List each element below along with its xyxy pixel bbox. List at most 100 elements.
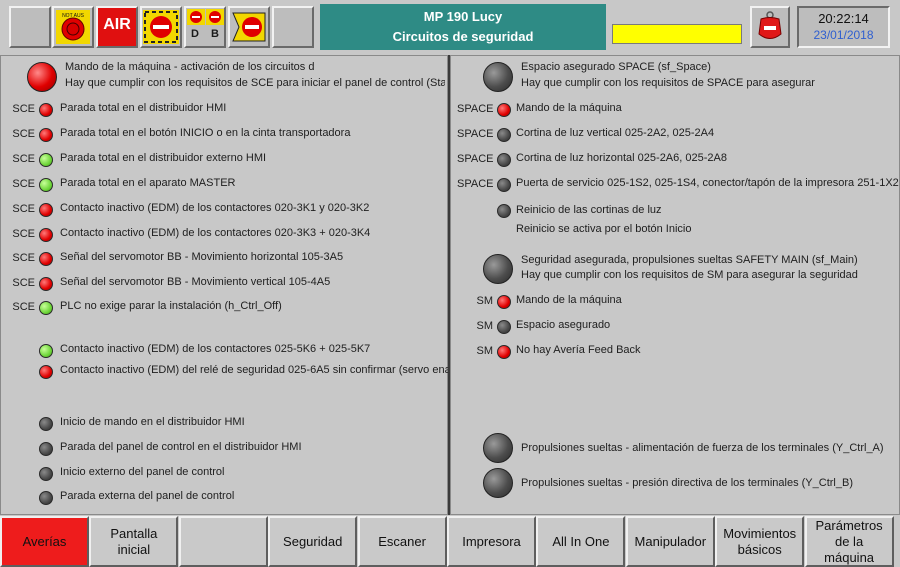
sm-row-label: Espacio asegurado — [516, 319, 611, 331]
sm-prefix: SM — [476, 295, 494, 307]
clock-date: 23/01/2018 — [813, 28, 874, 42]
gate-stop-icon — [232, 12, 266, 42]
status-indicator — [497, 153, 511, 167]
edm-row-label: Contacto inactivo (EDM) del relé de segu… — [60, 364, 470, 376]
nav-button[interactable]: Manipulador — [625, 516, 715, 567]
nav-button[interactable]: All In One — [536, 516, 626, 567]
status-indicator — [39, 178, 53, 192]
sce-row-label: PLC no exige parar la instalación (h_Ctr… — [60, 300, 282, 312]
status-indicator — [39, 103, 53, 117]
sm-title: Seguridad asegurada, propulsiones suelta… — [521, 254, 858, 266]
status-indicator — [497, 345, 511, 359]
main-control-title: Mando de la máquina - activación de los … — [65, 61, 315, 73]
reset-start-label: Reinicio se activa por el botón Inicio — [516, 223, 692, 235]
sce-prefix: SCE — [12, 277, 35, 289]
status-indicator — [39, 491, 53, 505]
space-indicator — [483, 62, 513, 92]
drive-b-indicator — [483, 468, 513, 498]
no-entry-button[interactable] — [140, 6, 182, 48]
sce-prefix: SCE — [12, 103, 35, 115]
space-prefix: SPACE — [457, 103, 494, 115]
emergency-stop-button[interactable]: NOT AUS — [52, 6, 94, 48]
nav-button-label: Movimientos básicos — [723, 525, 797, 557]
status-message-bar — [612, 24, 742, 44]
nav-button[interactable]: Pantalla inicial — [89, 516, 179, 567]
sce-row-label: Parada total en el botón INICIO o en la … — [60, 127, 351, 139]
status-indicator — [39, 344, 53, 358]
main-control-desc: Hay que cumplir con los requisitos de SC… — [65, 77, 445, 89]
no-entry-small-icon — [206, 9, 224, 25]
sce-prefix: SCE — [12, 153, 35, 165]
panel-row-label: Parada externa del panel de control — [60, 490, 235, 502]
status-indicator — [39, 417, 53, 431]
status-indicator — [497, 295, 511, 309]
space-prefix: SPACE — [457, 128, 494, 140]
nav-button[interactable]: Averías — [0, 516, 89, 567]
sm-desc: Hay que cumplir con los requisitos de SM… — [521, 269, 858, 281]
datetime-display: 20:22:14 23/01/2018 — [797, 6, 890, 48]
drive-a-label: Propulsiones sueltas - alimentación de f… — [521, 442, 884, 454]
nav-button[interactable] — [178, 516, 268, 567]
header-blank-button-2[interactable] — [272, 6, 314, 48]
sm-row-label: No hay Avería Feed Back — [516, 344, 641, 356]
page-subtitle: Circuitos de seguridad — [392, 29, 534, 44]
status-indicator — [39, 277, 53, 291]
db-button[interactable]: D B — [184, 6, 226, 48]
no-entry-small-icon — [187, 9, 205, 25]
key-tag-icon — [758, 11, 782, 39]
sce-prefix: SCE — [12, 178, 35, 190]
sm-indicator — [483, 254, 513, 284]
status-indicator — [39, 228, 53, 242]
status-indicator — [497, 128, 511, 142]
status-indicator — [39, 301, 53, 315]
main-control-indicator — [27, 62, 57, 92]
space-prefix: SPACE — [457, 153, 494, 165]
status-indicator — [497, 320, 511, 334]
space-desc: Hay que cumplir con los requisitos de SP… — [521, 77, 815, 89]
space-row-label: Cortina de luz horizontal 025-2A6, 025-2… — [516, 152, 727, 164]
air-label: AIR — [103, 16, 131, 33]
sm-row-label: Mando de la máquina — [516, 294, 622, 306]
key-button[interactable] — [750, 6, 790, 48]
sce-prefix: SCE — [12, 252, 35, 264]
gate-button[interactable] — [228, 6, 270, 48]
nav-button-label: Parámetros de la máquina — [815, 517, 883, 565]
space-row-label: Cortina de luz vertical 025-2A2, 025-2A4 — [516, 127, 715, 139]
nav-button[interactable]: Escaner — [357, 516, 447, 567]
status-indicator — [39, 252, 53, 266]
bottom-nav: Averías Pantalla inicial Seguridad Escaner I… — [0, 516, 900, 567]
reset-curtains-indicator — [497, 204, 511, 218]
nav-button[interactable]: Parámetros de la máquina — [804, 516, 894, 567]
status-indicator — [39, 365, 53, 379]
sce-row-label: Parada total en el distribuidor externo … — [60, 152, 267, 164]
sce-row-label: Parada total en el aparato MASTER — [60, 177, 236, 189]
nav-button[interactable]: Movimientos básicos — [715, 516, 805, 567]
title-box: MP 190 Lucy Circuitos de seguridad — [320, 4, 606, 50]
air-button[interactable]: AIR — [96, 6, 138, 48]
header-blank-button[interactable] — [9, 6, 51, 48]
sm-prefix: SM — [476, 320, 494, 332]
space-row-label: Mando de la máquina — [516, 102, 622, 114]
nav-button[interactable]: Impresora — [447, 516, 536, 567]
nav-button[interactable]: Seguridad — [268, 516, 358, 567]
nav-button-label: Seguridad — [283, 533, 343, 549]
sce-row-label: Contacto inactivo (EDM) de los contactor… — [60, 202, 370, 214]
page-title: MP 190 Lucy — [423, 9, 503, 24]
sce-panel: Mando de la máquina - activación de los … — [0, 55, 469, 515]
panel-row-label: Inicio de mando en el distribuidor HMI — [60, 416, 245, 428]
sce-prefix: SCE — [12, 301, 35, 313]
sm-prefix: SM — [476, 345, 494, 357]
status-indicator — [497, 178, 511, 192]
nav-button-label: Escaner — [378, 533, 426, 549]
panel-row-label: Inicio externo del panel de control — [60, 466, 225, 478]
panel-row-label: Parada del panel de control en el distri… — [60, 441, 302, 453]
sce-row-label: Señal del servomotor BB - Movimiento ver… — [60, 276, 331, 288]
emergency-stop-icon: NOT AUS — [56, 10, 90, 44]
space-row-label: Puerta de servicio 025-1S2, 025-1S4, con… — [516, 177, 899, 189]
sce-prefix: SCE — [12, 203, 35, 215]
db-b-label: B — [211, 28, 219, 40]
sce-row-label: Parada total en el distribuidor HMI — [60, 102, 227, 114]
status-indicator — [39, 467, 53, 481]
edm-row-label: Contacto inactivo (EDM) de los contactor… — [60, 343, 371, 355]
space-panel: Espacio asegurado SPACE (sf_Space) Hay q… — [450, 55, 900, 515]
